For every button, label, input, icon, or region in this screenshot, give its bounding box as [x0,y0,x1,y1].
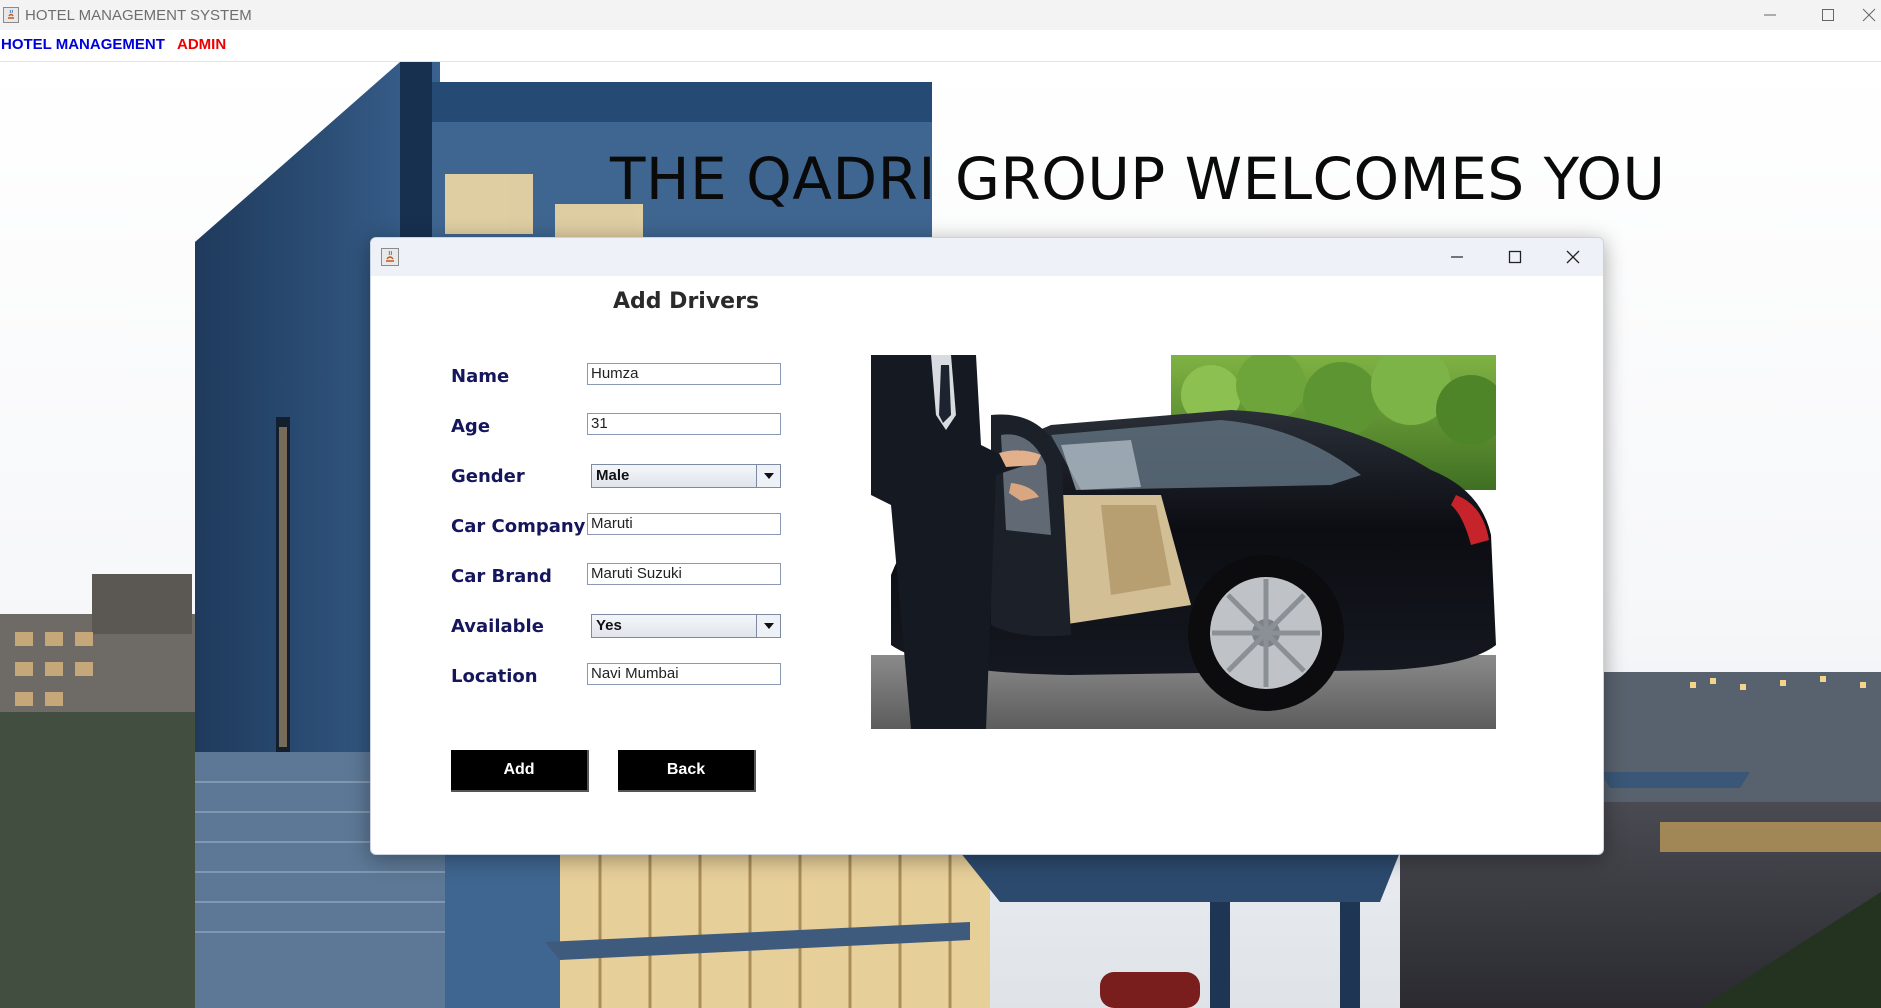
location-label: Location [451,666,538,687]
window-title: HOTEL MANAGEMENT SYSTEM [25,6,252,24]
car-brand-label: Car Brand [451,566,552,587]
car-company-label: Car Company [451,516,586,537]
dialog-titlebar [371,238,1603,276]
add-drivers-dialog: Add Drivers Name Age Gender Car Company … [370,237,1604,855]
age-input[interactable]: 31 [587,413,781,435]
add-button[interactable]: Add [451,750,589,792]
minimize-icon[interactable] [1741,0,1799,30]
dialog-maximize-icon[interactable] [1487,238,1543,276]
location-input[interactable]: Navi Mumbai [587,663,781,685]
chevron-down-icon[interactable] [756,615,780,637]
welcome-heading: THE QADRI GROUP WELCOMES YOU [610,145,1666,213]
dialog-minimize-icon[interactable] [1429,238,1485,276]
menu-bar: HOTEL MANAGEMENT ADMIN [0,30,1881,62]
back-button[interactable]: Back [618,750,756,792]
available-label: Available [451,616,544,637]
java-app-icon [3,7,19,23]
car-brand-input[interactable]: Maruti Suzuki [587,563,781,585]
dialog-close-icon[interactable] [1545,238,1601,276]
gender-select[interactable]: Male [591,464,781,488]
available-select[interactable]: Yes [591,614,781,638]
age-label: Age [451,416,491,437]
driver-car-image [871,355,1496,729]
gender-selected-value: Male [596,467,630,484]
maximize-icon[interactable] [1799,0,1857,30]
chevron-down-icon[interactable] [756,465,780,487]
dialog-heading: Add Drivers [613,289,760,314]
name-label: Name [451,366,510,387]
name-input[interactable]: Humza [587,363,781,385]
car-company-input[interactable]: Maruti [587,513,781,535]
menu-hotel-management[interactable]: HOTEL MANAGEMENT [1,36,165,53]
available-selected-value: Yes [596,617,622,634]
gender-label: Gender [451,466,525,487]
close-icon[interactable] [1857,0,1881,30]
main-window-titlebar: HOTEL MANAGEMENT SYSTEM [0,0,1881,30]
menu-admin[interactable]: ADMIN [177,36,226,53]
java-app-icon [381,248,399,266]
